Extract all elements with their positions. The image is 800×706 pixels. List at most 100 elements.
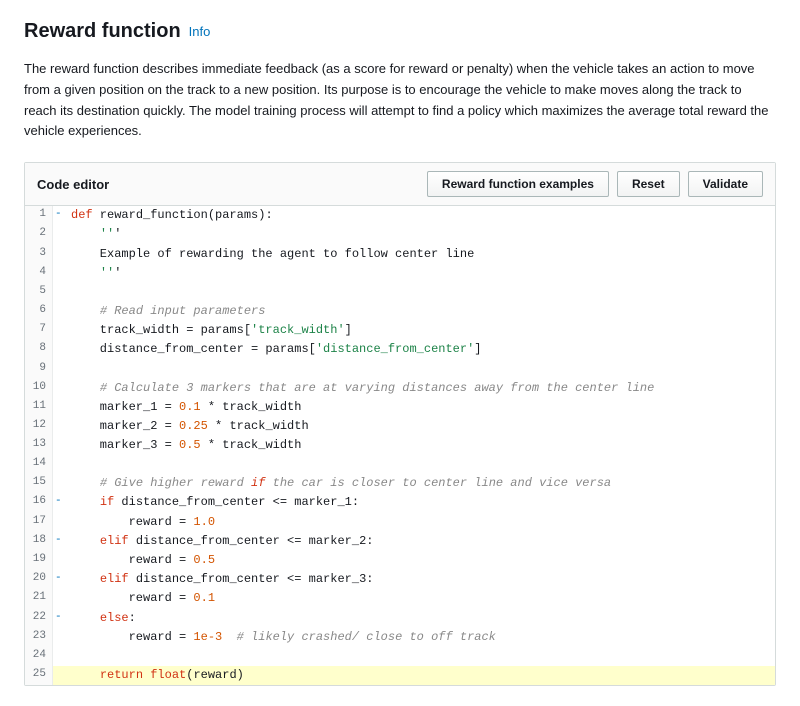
line-marker: - [53,206,63,225]
code-line: 6 # Read input parameters [25,302,775,321]
code-content: def reward_function(params): [63,206,281,225]
code-line: 23 reward = 1e-3 # likely crashed/ close… [25,628,775,647]
code-editor[interactable]: 1-def reward_function(params):2 '''3 Exa… [25,206,775,685]
page-container: Reward function Info The reward function… [0,0,800,706]
code-line: 12 marker_2 = 0.25 * track_width [25,417,775,436]
code-content [63,647,79,666]
code-content: Example of rewarding the agent to follow… [63,245,482,264]
code-content: ''' [63,264,129,283]
line-marker [53,225,63,244]
line-number: 12 [25,417,53,436]
line-marker [53,340,63,359]
code-line: 7 track_width = params['track_width'] [25,321,775,340]
code-content [63,360,79,379]
code-line: 17 reward = 1.0 [25,513,775,532]
code-line: 13 marker_3 = 0.5 * track_width [25,436,775,455]
line-marker [53,417,63,436]
code-content: # Calculate 3 markers that are at varyin… [63,379,662,398]
validate-button[interactable]: Validate [688,171,763,197]
line-marker [53,513,63,532]
line-number: 22 [25,609,53,628]
line-number: 18 [25,532,53,551]
line-number: 17 [25,513,53,532]
code-line: 8 distance_from_center = params['distanc… [25,340,775,359]
line-marker: - [53,609,63,628]
line-marker [53,666,63,685]
code-line: 11 marker_1 = 0.1 * track_width [25,398,775,417]
code-content: track_width = params['track_width'] [63,321,360,340]
code-content: elif distance_from_center <= marker_2: [63,532,381,551]
line-number: 5 [25,283,53,302]
code-line: 15 # Give higher reward if the car is cl… [25,474,775,493]
line-marker [53,455,63,474]
line-number: 15 [25,474,53,493]
line-number: 1 [25,206,53,225]
line-number: 10 [25,379,53,398]
line-number: 8 [25,340,53,359]
editor-toolbar: Code editor Reward function examples Res… [25,163,775,206]
line-number: 24 [25,647,53,666]
code-content: # Give higher reward if the car is close… [63,474,619,493]
code-line: 22- else: [25,609,775,628]
line-number: 21 [25,589,53,608]
info-link[interactable]: Info [189,24,211,39]
line-marker [53,398,63,417]
line-marker [53,436,63,455]
code-content: reward = 0.5 [63,551,223,570]
code-content: marker_1 = 0.1 * track_width [63,398,309,417]
code-content: # Read input parameters [63,302,273,321]
code-content: marker_3 = 0.5 * track_width [63,436,309,455]
code-line: 2 ''' [25,225,775,244]
line-number: 13 [25,436,53,455]
code-content [63,283,79,302]
line-number: 14 [25,455,53,474]
code-line: 25 return float(reward) [25,666,775,685]
code-content: reward = 0.1 [63,589,223,608]
line-number: 19 [25,551,53,570]
code-content: elif distance_from_center <= marker_3: [63,570,381,589]
line-marker [53,628,63,647]
code-content: marker_2 = 0.25 * track_width [63,417,317,436]
line-number: 9 [25,360,53,379]
code-line: 1-def reward_function(params): [25,206,775,225]
code-line: 20- elif distance_from_center <= marker_… [25,570,775,589]
code-line: 21 reward = 0.1 [25,589,775,608]
line-marker: - [53,570,63,589]
line-marker [53,379,63,398]
code-content: distance_from_center = params['distance_… [63,340,489,359]
code-line: 10 # Calculate 3 markers that are at var… [25,379,775,398]
code-content: ''' [63,225,129,244]
line-marker [53,283,63,302]
line-marker [53,245,63,264]
examples-button[interactable]: Reward function examples [427,171,609,197]
code-content: reward = 1.0 [63,513,223,532]
line-number: 23 [25,628,53,647]
description: The reward function describes immediate … [24,59,776,142]
code-line: 9 [25,360,775,379]
line-marker [53,647,63,666]
line-marker [53,360,63,379]
line-number: 2 [25,225,53,244]
line-marker [53,264,63,283]
toolbar-buttons: Reward function examples Reset Validate [427,171,763,197]
reset-button[interactable]: Reset [617,171,680,197]
line-number: 6 [25,302,53,321]
code-content: if distance_from_center <= marker_1: [63,493,367,512]
line-marker [53,551,63,570]
line-marker [53,474,63,493]
line-marker [53,321,63,340]
line-number: 20 [25,570,53,589]
code-line: 14 [25,455,775,474]
page-title-row: Reward function Info [24,20,776,43]
line-number: 7 [25,321,53,340]
line-number: 25 [25,666,53,685]
code-line: 3 Example of rewarding the agent to foll… [25,245,775,264]
line-number: 4 [25,264,53,283]
code-line: 19 reward = 0.5 [25,551,775,570]
line-marker [53,302,63,321]
editor-container: Code editor Reward function examples Res… [24,162,776,686]
line-marker [53,589,63,608]
code-line: 5 [25,283,775,302]
line-number: 3 [25,245,53,264]
code-content: else: [63,609,144,628]
